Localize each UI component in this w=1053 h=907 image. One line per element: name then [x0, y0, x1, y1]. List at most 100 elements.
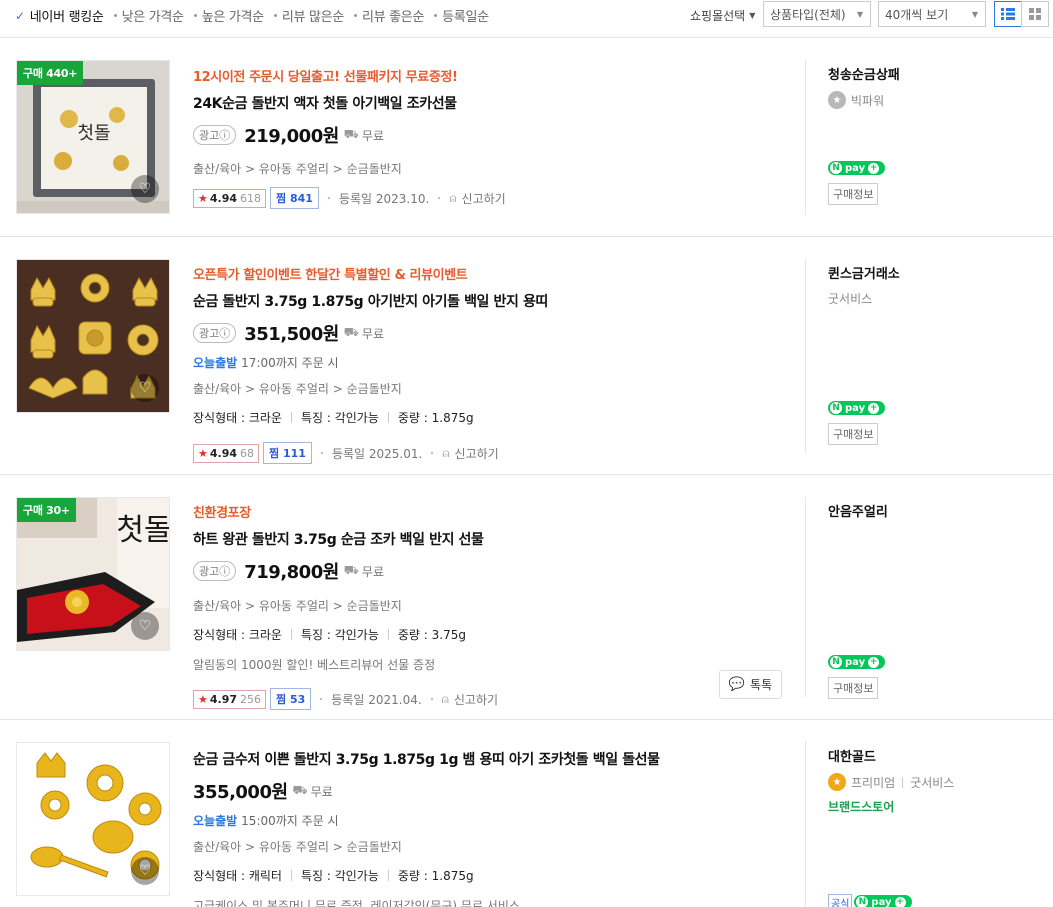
heart-icon[interactable]: ♡: [131, 857, 159, 885]
ad-badge[interactable]: 광고ⓘ: [193, 561, 237, 581]
sort-date[interactable]: 등록일순: [434, 6, 489, 25]
official-badge: 공식: [828, 893, 853, 907]
report-button[interactable]: ⍝ 신고하기: [442, 445, 498, 462]
rating-badge[interactable]: ★ 4.97 256: [193, 689, 267, 709]
category-path[interactable]: 출산/육아 > 유아동 주얼리 > 순금돌반지: [193, 380, 783, 397]
price-line: 355,000원 ⛟ 무료: [193, 778, 783, 804]
list-view-button[interactable]: [994, 1, 1022, 27]
product-attributes: 장식형태 : 크라운 특징 : 각인가능 중량 : 1.875g: [193, 409, 783, 426]
category-path[interactable]: 출산/육아 > 유아동 주얼리 > 순금돌반지: [193, 838, 783, 855]
sort-ranking[interactable]: ✓ 네이버 랭킹순: [15, 6, 104, 26]
registered-date: 등록일 2025.01.: [331, 446, 423, 461]
meta-line: ★ 4.94 618 찜 841 등록일 2023.10. ⍝ 신고하기: [193, 187, 783, 209]
ad-badge[interactable]: 광고ⓘ: [193, 323, 237, 343]
npay-label: pay: [845, 402, 866, 414]
grade-premium: 프리미엄: [851, 775, 896, 790]
npay-n: N: [829, 655, 843, 669]
category-path[interactable]: 출산/육아 > 유아동 주얼리 > 순금돌반지: [193, 160, 783, 177]
product-thumbnail[interactable]: 첫돌 구매 30+ ♡: [16, 497, 170, 651]
mall-select-button[interactable]: 쇼핑몰선택 ▼: [690, 7, 755, 24]
product-price: 719,800원: [244, 562, 339, 583]
grid-view-button[interactable]: [1021, 1, 1049, 27]
rating-badge[interactable]: ★ 4.94 68: [193, 443, 260, 463]
product-price: 355,000원: [193, 782, 288, 803]
product-type-select[interactable]: 상품타입(전체) ▼: [763, 1, 871, 27]
rating-score: 4.94: [209, 191, 238, 205]
talk-talk-button[interactable]: 💬 톡톡: [719, 670, 782, 699]
product-info: 순금 금수저 이쁜 돌반지 3.75g 1.875g 1g 뱀 용띠 아기 조카…: [193, 749, 783, 907]
sort-low-price[interactable]: 낮은 가격순: [113, 6, 184, 25]
product-title[interactable]: 하트 왕관 돌반지 3.75g 순금 조카 백일 반지 선물: [193, 529, 783, 549]
report-label: 신고하기: [454, 446, 499, 461]
zzim-count: 111: [282, 447, 306, 460]
divider: [902, 776, 904, 788]
seller-name[interactable]: 청송순금상패: [828, 64, 1053, 83]
product-title[interactable]: 순금 돌반지 3.75g 1.875g 아기반지 아기돌 백일 반지 용띠: [193, 291, 783, 311]
price-line: 광고ⓘ 351,500원 ⛟ 무료: [193, 320, 783, 346]
today-label: 오늘출발: [193, 814, 238, 828]
report-button[interactable]: ⍝ 신고하기: [449, 190, 505, 207]
bullet-icon: [113, 14, 117, 17]
purchase-info-button[interactable]: 구매정보: [828, 423, 879, 445]
shipping-fee: 무료: [361, 326, 384, 341]
product-thumbnail[interactable]: ♡: [16, 259, 170, 413]
chat-bubble-icon: 💬: [728, 677, 746, 692]
page-size-select[interactable]: 40개씩 보기 ▼: [878, 1, 986, 27]
purchase-count-badge: 구매 440+: [17, 61, 84, 85]
heart-icon[interactable]: ♡: [131, 175, 159, 203]
truck-icon: ⛟: [292, 783, 308, 797]
product-description: 알림동의 1000원 할인! 베스트리뷰어 선물 증정: [193, 658, 436, 672]
category-path[interactable]: 출산/육아 > 유아동 주얼리 > 순금돌반지: [193, 597, 783, 614]
product-title[interactable]: 순금 금수저 이쁜 돌반지 3.75g 1.875g 1g 뱀 용띠 아기 조카…: [193, 749, 783, 769]
npay-badge: Npay +: [828, 655, 1053, 669]
zzim-badge[interactable]: 찜 111: [263, 442, 312, 464]
shipping-info: ⛟ 무료: [293, 783, 333, 800]
zzim-count: 53: [289, 693, 306, 706]
purchase-info-button[interactable]: 구매정보: [828, 183, 879, 205]
promo-text: 12시이전 주문시 당일출고! 선물패키지 무료증정!: [193, 70, 458, 85]
grade-label: 굿서비스: [828, 292, 873, 306]
seller-name[interactable]: 퀸스금거래소: [828, 263, 1053, 282]
brand-store-link[interactable]: 브랜드스토어: [828, 798, 1053, 815]
seller-name[interactable]: 안음주얼리: [828, 501, 1053, 520]
zzim-badge[interactable]: 찜 841: [270, 187, 319, 209]
attr-weight: 중량 : 3.75g: [397, 628, 466, 642]
rating-badge[interactable]: ★ 4.94 618: [193, 188, 267, 208]
ad-badge[interactable]: 광고ⓘ: [193, 125, 237, 145]
mall-select-label: 쇼핑몰선택: [690, 9, 746, 23]
product-title[interactable]: 24K순금 돌반지 액자 첫돌 아기백일 조카선물: [193, 93, 783, 113]
separator-dot: [327, 197, 330, 199]
shipping-info: ⛟ 무료: [344, 563, 384, 580]
attr-feature: 특징 : 각인가능: [300, 628, 379, 642]
heart-icon[interactable]: ♡: [131, 374, 159, 402]
sort-review-count[interactable]: 리뷰 많은순: [273, 6, 344, 25]
today-cutoff: 17:00까지 주문 시: [241, 356, 339, 370]
report-button[interactable]: ⍝ 신고하기: [442, 691, 498, 708]
page-size-value: 40개씩 보기: [885, 7, 949, 22]
seller-name[interactable]: 대한골드: [828, 746, 1053, 765]
purchase-info-button[interactable]: 구매정보: [828, 677, 879, 699]
sort-high-price[interactable]: 높은 가격순: [193, 6, 264, 25]
product-thumbnail[interactable]: 첫돌 구매 440+ ♡: [16, 60, 170, 214]
sort-review-score[interactable]: 리뷰 좋은순: [353, 6, 424, 25]
npay-n: N: [829, 401, 843, 415]
npay-label: pay: [845, 656, 866, 668]
product-info: 친환경포장 하트 왕관 돌반지 3.75g 순금 조카 백일 반지 선물 광고ⓘ…: [193, 502, 783, 710]
sort-bar: ✓ 네이버 랭킹순 낮은 가격순 높은 가격순 리뷰 많은순 리뷰 좋은순 등록…: [0, 0, 1053, 38]
today-shipping: 오늘출발 17:00까지 주문 시: [193, 354, 783, 371]
product-thumbnail[interactable]: ♡: [16, 742, 170, 896]
star-icon: ★: [198, 446, 208, 460]
npay-plus: +: [868, 402, 880, 414]
separator-dot: [438, 197, 441, 199]
attr-feature: 특징 : 각인가능: [300, 411, 379, 425]
heart-icon[interactable]: ♡: [131, 612, 159, 640]
rating-score: 4.97: [209, 692, 238, 706]
product-row: 첫돌 구매 440+ ♡ 12시이전 주문시 당일출고! 선물패키지 무료증정!…: [0, 38, 1053, 237]
product-price: 351,500원: [244, 324, 339, 345]
promo-text: 친환경포장: [193, 506, 251, 521]
grade-label: 빅파워: [851, 93, 885, 108]
meta-line: ★ 4.94 68 찜 111 등록일 2025.01. ⍝ 신고하기: [193, 442, 783, 464]
zzim-badge[interactable]: 찜 53: [270, 688, 312, 710]
product-attributes: 장식형태 : 크라운 특징 : 각인가능 중량 : 3.75g: [193, 626, 783, 643]
product-row: ♡ 오픈특가 할인이벤트 한달간 특별할인 & 리뷰이벤트 순금 돌반지 3.7…: [0, 237, 1053, 475]
